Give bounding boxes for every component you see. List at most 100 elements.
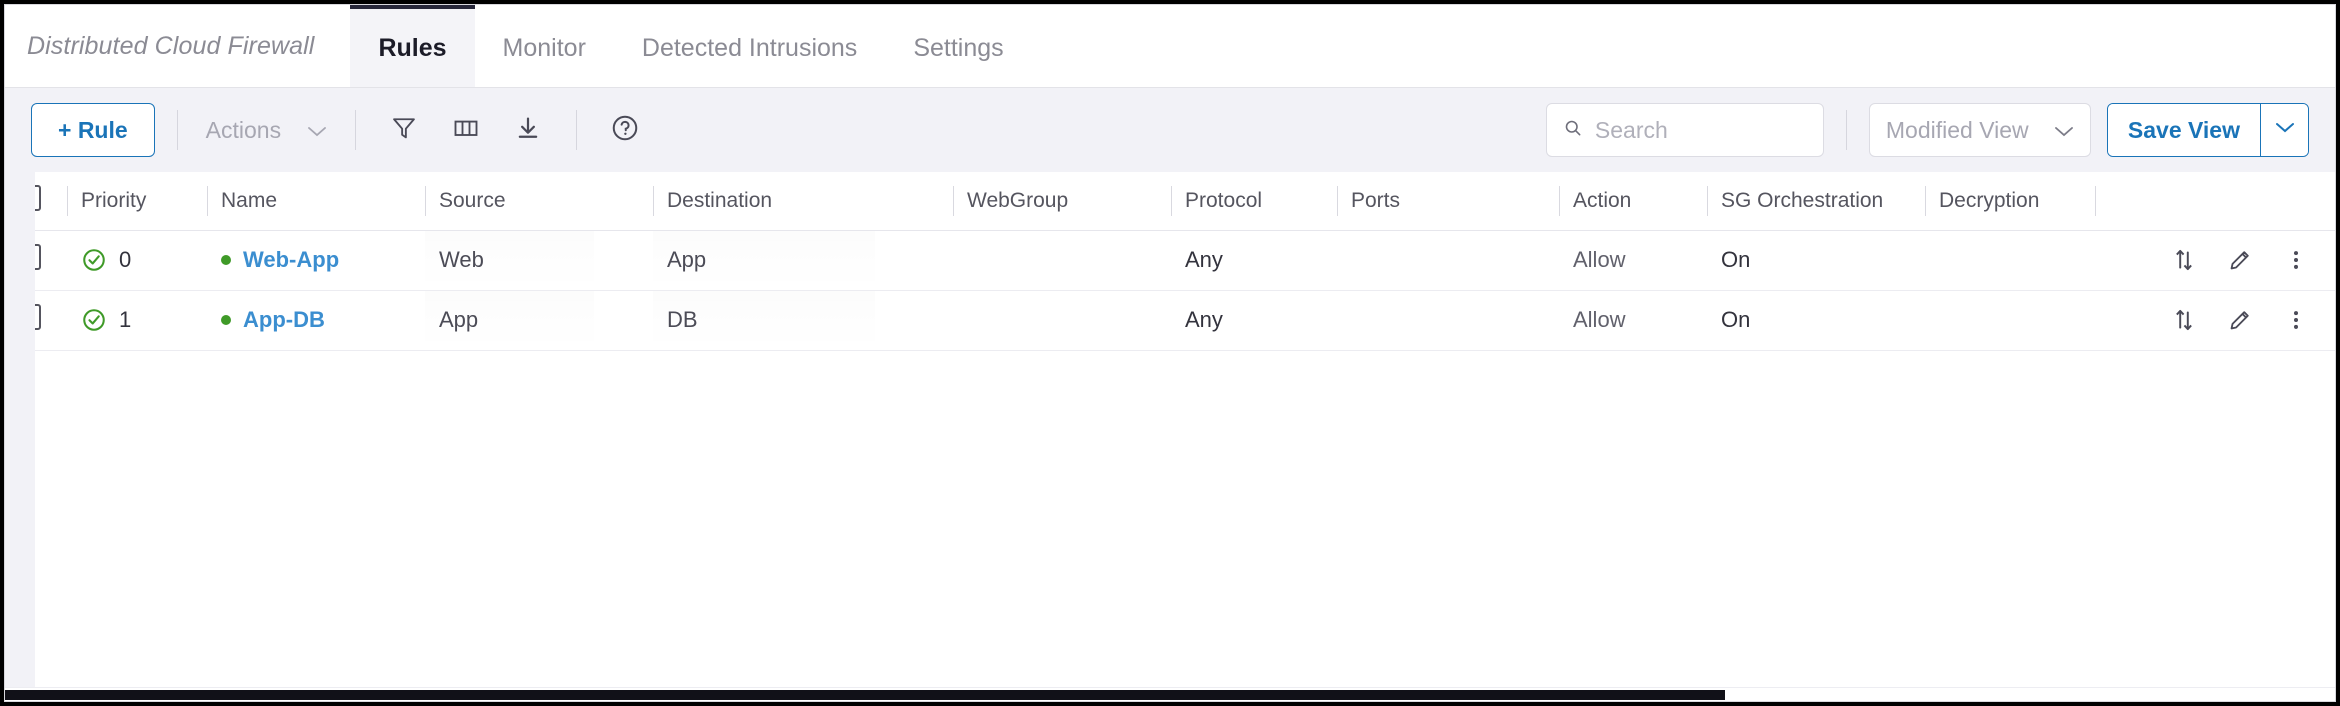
header-source-label: Source [439, 188, 506, 212]
action-value: Allow [1573, 247, 1626, 272]
header-priority-label: Priority [81, 188, 147, 212]
toolbar: + Rule Actions Search Modified View Save… [5, 88, 2335, 172]
header-webgroup-label: WebGroup [967, 188, 1069, 212]
header-source[interactable]: Source [425, 172, 653, 231]
cell-destination: App [653, 230, 953, 291]
help-circle-icon [610, 113, 640, 148]
horizontal-scrollbar[interactable] [5, 687, 2335, 701]
reorder-icon[interactable] [2171, 307, 2197, 333]
priority-value: 1 [119, 307, 132, 332]
header-destination[interactable]: Destination [653, 172, 953, 231]
toolbar-divider-3 [576, 110, 578, 150]
add-rule-label: + Rule [58, 116, 128, 143]
cell-ports [1337, 230, 1559, 291]
search-box[interactable] [1545, 103, 1824, 157]
header-decryption[interactable]: Decryption [1925, 172, 2095, 231]
actions-label: Actions [205, 116, 282, 143]
column-divider [953, 186, 954, 216]
horizontal-scrollbar-thumb[interactable] [5, 690, 1725, 700]
cell-sg-orchestration: On [1707, 290, 1925, 351]
header-action[interactable]: Action [1559, 172, 1707, 231]
column-divider [207, 186, 208, 216]
column-divider [653, 186, 654, 216]
header-destination-label: Destination [667, 188, 773, 212]
header-ports[interactable]: Ports [1337, 172, 1559, 231]
header-name[interactable]: Name [207, 172, 425, 231]
left-gutter [5, 172, 35, 687]
table-body: 0 Web-App Web App Any Allow On 1 App-DB … [5, 230, 2335, 351]
tab-rules-label: Rules [378, 33, 447, 62]
column-divider [1707, 186, 1708, 216]
add-rule-button[interactable]: + Rule [31, 103, 155, 157]
header-sg-orchestration-label: SG Orchestration [1721, 188, 1884, 212]
help-button[interactable] [599, 104, 651, 156]
save-view-button[interactable]: Save View [2107, 104, 2260, 156]
table-header: Priority Name Source Destination WebGrou… [5, 172, 2335, 231]
table-row[interactable]: 0 Web-App Web App Any Allow On [5, 230, 2335, 291]
filter-button[interactable] [378, 104, 430, 156]
rule-name-link[interactable]: Web-App [243, 247, 339, 273]
download-button[interactable] [502, 104, 554, 156]
cell-decryption [1925, 290, 2095, 351]
more-vertical-icon[interactable] [2283, 247, 2309, 273]
edit-pencil-icon[interactable] [2227, 247, 2253, 273]
save-view-group: Save View [2106, 103, 2309, 157]
actions-dropdown[interactable]: Actions [200, 117, 333, 144]
rules-table-container: Priority Name Source Destination WebGrou… [5, 172, 2335, 687]
tab-detected-intrusions[interactable]: Detected Intrusions [614, 5, 885, 87]
header-name-label: Name [221, 188, 278, 212]
header-row-actions [2095, 172, 2335, 231]
sg-orchestration-value: On [1721, 307, 1751, 332]
cell-row-actions [2095, 290, 2335, 351]
download-icon [514, 114, 542, 147]
cell-source: App [425, 290, 653, 351]
save-view-dropdown-button[interactable] [2260, 104, 2308, 156]
cell-protocol: Any [1171, 290, 1337, 351]
toolbar-divider-1 [176, 110, 178, 150]
reorder-icon[interactable] [2171, 247, 2197, 273]
column-divider [67, 186, 68, 216]
rules-table: Priority Name Source Destination WebGrou… [5, 172, 2335, 351]
view-select-value: Modified View [1885, 116, 2029, 143]
columns-button[interactable] [440, 104, 492, 156]
header-webgroup[interactable]: WebGroup [953, 172, 1171, 231]
tab-monitor[interactable]: Monitor [475, 5, 614, 87]
tab-settings[interactable]: Settings [885, 5, 1031, 87]
column-divider [2095, 186, 2096, 216]
cell-webgroup [953, 230, 1171, 291]
cell-destination: DB [653, 290, 953, 351]
destination-value: App [667, 247, 707, 272]
column-divider [1171, 186, 1172, 216]
toolbar-icon-group [378, 104, 554, 156]
check-circle-icon [81, 307, 107, 333]
status-dot-icon [221, 255, 231, 265]
column-divider [425, 186, 426, 216]
tab-detected-intrusions-label: Detected Intrusions [641, 33, 858, 62]
cell-sg-orchestration: On [1707, 230, 1925, 291]
check-circle-icon [81, 247, 107, 273]
edit-pencil-icon[interactable] [2227, 307, 2253, 333]
cell-protocol: Any [1171, 230, 1337, 291]
app-title: Distributed Cloud Firewall [27, 31, 315, 60]
header-sg-orchestration[interactable]: SG Orchestration [1707, 172, 1925, 231]
search-input[interactable] [1594, 116, 1807, 144]
app-window: Distributed Cloud Firewall Rules Monitor… [4, 4, 2336, 702]
header-priority[interactable]: Priority [67, 172, 207, 231]
cell-priority: 0 [67, 230, 207, 291]
more-vertical-icon[interactable] [2283, 307, 2309, 333]
cell-action: Allow [1559, 290, 1707, 351]
view-select[interactable]: Modified View [1868, 103, 2091, 157]
header-protocol[interactable]: Protocol [1171, 172, 1337, 231]
column-divider [1559, 186, 1560, 216]
filter-icon [390, 114, 418, 147]
cell-row-actions [2095, 230, 2335, 291]
destination-value: DB [667, 307, 698, 332]
tab-monitor-label: Monitor [502, 33, 586, 62]
tab-rules[interactable]: Rules [350, 5, 475, 87]
columns-icon [452, 114, 480, 147]
source-value: App [439, 307, 479, 332]
table-row[interactable]: 1 App-DB App DB Any Allow On [5, 290, 2335, 351]
rule-name-link[interactable]: App-DB [243, 307, 325, 333]
priority-value: 0 [119, 247, 132, 272]
header-action-label: Action [1573, 188, 1632, 212]
